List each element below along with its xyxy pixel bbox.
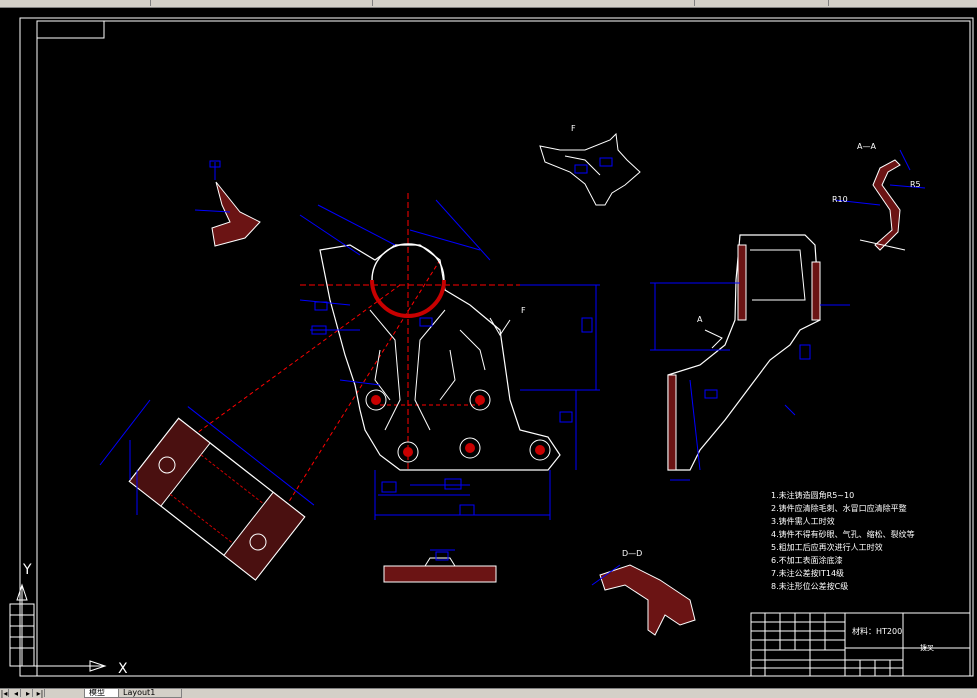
section-aa-view xyxy=(834,149,926,251)
view-f xyxy=(539,132,641,206)
cad-drawing[interactable]: F F A—A R10 R5 A D—D 1.未注铸造圆角R5~10 2.铸件应… xyxy=(0,8,977,688)
tab-nav-prev-button[interactable]: ◂ xyxy=(12,689,21,698)
note-3: 3.铸件需人工时效 xyxy=(771,516,835,526)
note-5: 5.粗加工后应再次进行人工时效 xyxy=(771,542,883,552)
corner-label-box xyxy=(36,20,105,39)
top-strip-segment-3 xyxy=(372,0,695,6)
title-block: 材料：HT200 拨叉 xyxy=(750,612,971,677)
ucs-icon xyxy=(9,583,107,672)
section-dd-label: D—D xyxy=(622,549,642,558)
main-view-f-arrow-label: F xyxy=(521,306,526,315)
note-8: 8.未注形位公差按C级 xyxy=(771,581,848,591)
tab-nav-next-button[interactable]: ▸ xyxy=(24,689,33,698)
note-2: 2.铸件应清除毛刺、水冒口应清除平整 xyxy=(771,503,907,513)
main-view xyxy=(159,193,600,541)
section-dd-view xyxy=(591,564,696,636)
section-aa-r5: R5 xyxy=(910,180,921,189)
note-7: 7.未注公差按IT14级 xyxy=(771,568,844,578)
top-strip-segment-2 xyxy=(150,0,373,6)
rotated-view-dim-1 xyxy=(99,399,151,466)
note-6: 6.不加工表面涂底漆 xyxy=(771,555,843,565)
window-top-strip xyxy=(0,0,977,8)
side-view xyxy=(650,234,850,481)
note-4: 4.铸件不得有砂眼、气孔、缩松、裂纹等 xyxy=(771,529,915,539)
title-block-part-name: 拨叉 xyxy=(920,643,934,652)
detail-left-small xyxy=(194,160,261,247)
section-a-mark: A xyxy=(697,315,703,324)
title-block-material: 材料：HT200 xyxy=(852,626,902,636)
section-aa-label: A—A xyxy=(857,142,876,151)
bottom-slab-section xyxy=(383,549,497,583)
axis-x-label: X xyxy=(118,661,128,677)
drawing-canvas[interactable]: F F A—A R10 R5 A D—D 1.未注铸造圆角R5~10 2.铸件应… xyxy=(0,8,977,688)
view-f-label: F xyxy=(571,124,576,133)
note-1: 1.未注铸造圆角R5~10 xyxy=(771,490,854,500)
technical-notes: 1.未注铸造圆角R5~10 2.铸件应清除毛刺、水冒口应清除平整 3.铸件需人工… xyxy=(771,490,915,591)
rotated-section-view xyxy=(128,406,315,581)
tab-nav-last-button[interactable]: ▸| xyxy=(36,689,45,698)
top-strip-segment-4 xyxy=(694,0,829,6)
top-strip-segment-1 xyxy=(0,0,151,6)
axis-y-label: Y xyxy=(22,562,32,578)
section-aa-r10: R10 xyxy=(832,195,848,204)
tab-nav-first-button[interactable]: |◂ xyxy=(0,689,9,698)
